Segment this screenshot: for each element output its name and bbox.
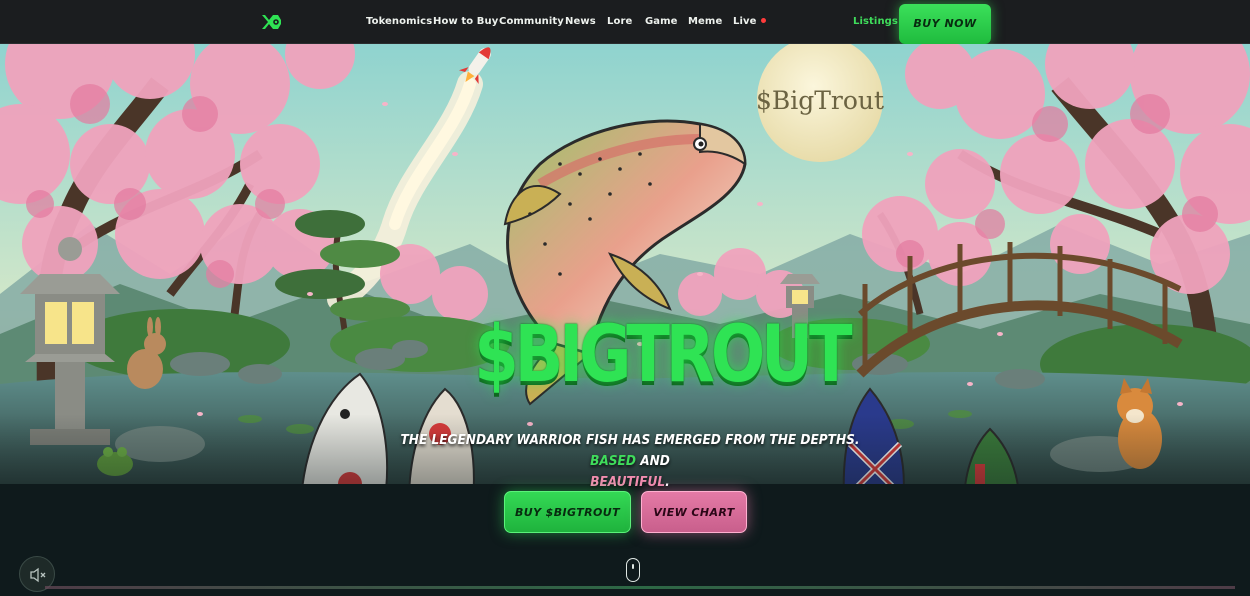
tagline-beautiful: BEAUTIFUL <box>590 474 666 490</box>
top-navbar: Tokenomics How to Buy Community News Lor… <box>0 0 1250 44</box>
scroll-mouse-icon[interactable] <box>626 558 640 582</box>
hero-tagline: THE LEGENDARY WARRIOR FISH HAS EMERGED F… <box>395 430 865 493</box>
buy-now-button[interactable]: BUY NOW <box>899 4 991 44</box>
tagline-text: THE LEGENDARY WARRIOR FISH HAS EMERGED F… <box>400 432 860 448</box>
nav-link-lore[interactable]: Lore <box>607 16 632 27</box>
moon-text: $BigTrout <box>756 86 884 115</box>
nav-link-live-label: Live <box>733 16 757 27</box>
tagline-based: BASED <box>590 453 636 469</box>
live-indicator-dot <box>760 18 766 23</box>
nav-link-listings[interactable]: Listings <box>853 16 898 27</box>
tagline-period: . <box>665 474 670 490</box>
tagline-and: AND <box>640 453 670 469</box>
nav-link-meme[interactable]: Meme <box>688 16 722 27</box>
nav-link-news[interactable]: News <box>565 16 596 27</box>
nav-link-tokenomics[interactable]: Tokenomics <box>366 16 432 27</box>
nav-link-community[interactable]: Community <box>499 16 564 27</box>
view-chart-button[interactable]: VIEW CHART <box>641 491 747 533</box>
buy-bigtrout-button[interactable]: BUY $BIGTROUT <box>504 491 631 533</box>
nav-link-live[interactable]: Live <box>733 16 766 27</box>
bottom-divider <box>45 586 1235 589</box>
scroll-wheel-dot <box>632 564 634 569</box>
hero-title: $BIGTROUT <box>474 310 852 400</box>
nav-link-how-to-buy[interactable]: How to Buy <box>433 16 498 27</box>
hero-section: $BigTrout $BIGTROUT THE LEGENDARY WARRIO… <box>0 44 1250 596</box>
fish-logo-icon[interactable] <box>259 10 283 34</box>
nav-link-game[interactable]: Game <box>645 16 678 27</box>
speaker-muted-icon <box>30 567 46 583</box>
